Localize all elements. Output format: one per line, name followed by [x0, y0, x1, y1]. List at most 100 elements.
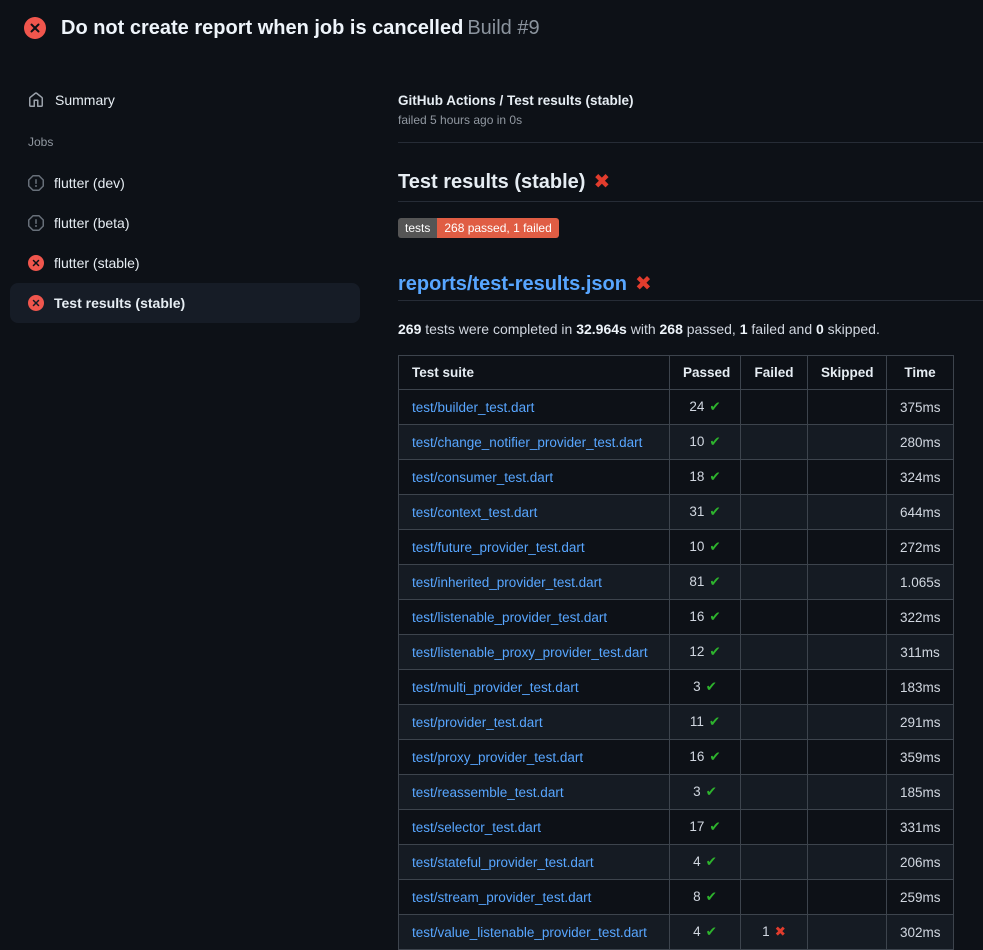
tests-status-badge: tests 268 passed, 1 failed — [398, 218, 559, 238]
table-row: test/listenable_provider_test.dart16✔322… — [399, 600, 954, 635]
suite-link[interactable]: test/future_provider_test.dart — [412, 540, 585, 555]
skipped-cell — [808, 775, 887, 810]
check-icon: ✔ — [709, 574, 720, 590]
suite-link[interactable]: test/multi_provider_test.dart — [412, 680, 579, 695]
passed-cell: 24 ✔ — [670, 390, 741, 425]
sidebar-job-flutter-beta[interactable]: flutter (beta) — [10, 203, 360, 243]
suite-link[interactable]: test/stream_provider_test.dart — [412, 890, 591, 905]
check-icon: ✔ — [706, 889, 717, 905]
failed-cell — [741, 565, 808, 600]
skipped-cell — [808, 565, 887, 600]
suite-cell: test/builder_test.dart — [399, 390, 670, 425]
failed-cross-icon: ✖ — [593, 169, 610, 193]
suite-link[interactable]: test/builder_test.dart — [412, 400, 534, 415]
failed-cell — [741, 705, 808, 740]
check-icon: ✔ — [709, 819, 720, 835]
failed-cell — [741, 390, 808, 425]
report-file-heading: reports/test-results.json✖ — [398, 271, 983, 301]
suite-link[interactable]: test/inherited_provider_test.dart — [412, 575, 602, 590]
skipped-cell — [808, 915, 887, 950]
jobs-list: flutter (dev) flutter (beta)flutter (stab… — [0, 163, 390, 323]
table-row: test/reassemble_test.dart3✔185ms — [399, 775, 954, 810]
time-cell: 359ms — [887, 740, 954, 775]
suite-link[interactable]: test/listenable_proxy_provider_test.dart — [412, 645, 648, 660]
table-header-row: Test suitePassedFailedSkippedTime — [399, 356, 954, 390]
count: 16 — [689, 749, 704, 764]
failed-cell — [741, 530, 808, 565]
suite-cell: test/listenable_proxy_provider_test.dart — [399, 635, 670, 670]
suite-link[interactable]: test/selector_test.dart — [412, 820, 541, 835]
sidebar-item-summary[interactable]: Summary — [0, 86, 390, 114]
skipped-cell — [808, 705, 887, 740]
suite-cell: test/listenable_provider_test.dart — [399, 600, 670, 635]
suite-cell: test/consumer_test.dart — [399, 460, 670, 495]
suite-cell: test/inherited_provider_test.dart — [399, 565, 670, 600]
summary-segment: skipped. — [824, 321, 880, 337]
failed-cell — [741, 600, 808, 635]
skipped-cell — [808, 670, 887, 705]
suite-link[interactable]: test/change_notifier_provider_test.dart — [412, 435, 642, 450]
suite-link[interactable]: test/listenable_provider_test.dart — [412, 610, 607, 625]
suite-cell: test/stateful_provider_test.dart — [399, 845, 670, 880]
skipped-cell — [808, 530, 887, 565]
x-circle-fill-icon — [28, 295, 44, 311]
check-icon: ✔ — [709, 469, 720, 485]
check-icon: ✔ — [706, 784, 717, 800]
sidebar-job-flutter-dev[interactable]: flutter (dev) — [10, 163, 360, 203]
summary-segment: with — [627, 321, 660, 337]
skipped-cell — [808, 810, 887, 845]
suite-link[interactable]: test/stateful_provider_test.dart — [412, 855, 594, 870]
summary-sentence: 269 tests were completed in 32.964s with… — [398, 321, 983, 337]
skipped-cell — [808, 740, 887, 775]
suite-link[interactable]: test/proxy_provider_test.dart — [412, 750, 583, 765]
failed-cell — [741, 845, 808, 880]
suite-link[interactable]: test/value_listenable_provider_test.dart — [412, 925, 647, 940]
passed-cell: 3✔ — [670, 775, 741, 810]
table-row: test/multi_provider_test.dart3✔183ms — [399, 670, 954, 705]
layout: Summary Jobs flutter (dev)flutter (beta)… — [0, 56, 983, 950]
check-icon: ✔ — [709, 399, 720, 415]
count: 12 — [689, 644, 704, 659]
count: 3 — [693, 679, 701, 694]
cross-icon: ✖ — [775, 924, 786, 940]
failed-cell — [741, 670, 808, 705]
suite-link[interactable]: test/consumer_test.dart — [412, 470, 553, 485]
table-row: test/future_provider_test.dart10✔272ms — [399, 530, 954, 565]
table-row: test/consumer_test.dart18✔324ms — [399, 460, 954, 495]
skipped-cell — [808, 495, 887, 530]
summary-segment: 32.964s — [576, 321, 627, 337]
passed-cell: 3✔ — [670, 670, 741, 705]
sidebar: Summary Jobs flutter (dev)flutter (beta)… — [0, 56, 390, 323]
suite-link[interactable]: test/reassemble_test.dart — [412, 785, 564, 800]
stop-icon — [28, 175, 44, 191]
suite-link[interactable]: test/provider_test.dart — [412, 715, 543, 730]
failed-cell — [741, 775, 808, 810]
skipped-cell — [808, 880, 887, 915]
count: 10 — [689, 434, 704, 449]
table-row: test/provider_test.dart11✔291ms — [399, 705, 954, 740]
column-header-skipped: Skipped — [808, 356, 887, 390]
run-title-text: Do not create report when job is cancell… — [61, 17, 463, 39]
check-icon: ✔ — [709, 434, 720, 450]
badge-value: 268 passed, 1 failed — [437, 218, 558, 238]
report-file-link[interactable]: reports/test-results.json — [398, 273, 627, 295]
sidebar-job-test-results-stable[interactable]: Test results (stable) — [10, 283, 360, 323]
suite-cell: test/selector_test.dart — [399, 810, 670, 845]
summary-segment: tests were completed in — [421, 321, 576, 337]
summary-segment: passed, — [683, 321, 740, 337]
passed-cell: 17✔ — [670, 810, 741, 845]
sidebar-job-flutter-stable[interactable]: flutter (stable) — [10, 243, 360, 283]
passed-cell: 31✔ — [670, 495, 741, 530]
count: 24 — [689, 399, 704, 414]
suite-link[interactable]: test/context_test.dart — [412, 505, 537, 520]
count: 4 — [693, 854, 701, 869]
job-label: Test results (stable) — [54, 295, 185, 311]
failed-cell — [741, 425, 808, 460]
passed-cell: 12✔ — [670, 635, 741, 670]
suite-cell: test/future_provider_test.dart — [399, 530, 670, 565]
suite-cell: test/provider_test.dart — [399, 705, 670, 740]
count: 1 — [762, 924, 770, 939]
job-label: flutter (dev) — [54, 175, 125, 191]
skipped-cell — [808, 460, 887, 495]
time-cell: 331ms — [887, 810, 954, 845]
